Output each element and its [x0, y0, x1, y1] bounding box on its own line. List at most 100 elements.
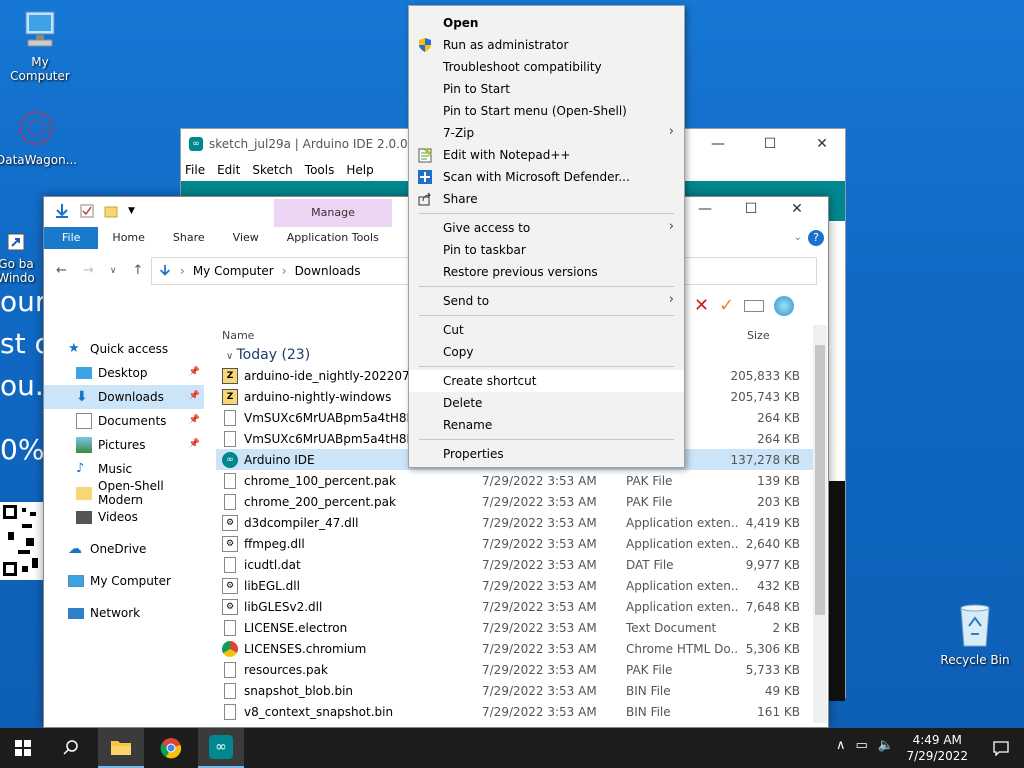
help-icon[interactable]: ?	[808, 230, 824, 246]
menu-item-open[interactable]: Open	[409, 12, 684, 34]
menu-item-properties[interactable]: Properties	[409, 443, 684, 465]
pin-icon[interactable]: 📌	[189, 439, 200, 449]
properties-icon[interactable]	[80, 204, 94, 218]
file-row[interactable]: icudtl.dat 7/29/2022 3:53 AM DAT File 9,977…	[216, 554, 816, 575]
desktop-icon-my-computer[interactable]: My Computer	[0, 10, 80, 83]
file-row[interactable]: LICENSES.chromium 7/29/2022 3:53 AM Chrome…	[216, 638, 816, 659]
taskbar-chrome[interactable]	[148, 728, 194, 768]
nav-item-downloads[interactable]: ⬇ Downloads 📌	[44, 385, 204, 409]
menu-tools[interactable]: Tools	[305, 163, 335, 177]
file-row[interactable]: ⚙ libEGL.dll 7/29/2022 3:53 AM Application …	[216, 575, 816, 596]
maximize-button[interactable]: ☐	[728, 201, 774, 217]
menu-help[interactable]: Help	[346, 163, 373, 177]
menu-item-7-zip[interactable]: 7-Zip ›	[409, 122, 684, 144]
column-header-size[interactable]: Size	[747, 329, 770, 342]
nav-item-pictures[interactable]: Pictures 📌	[44, 433, 204, 457]
menu-file[interactable]: File	[185, 163, 205, 177]
nav-item-videos[interactable]: Videos	[44, 505, 204, 529]
scrollbar-thumb[interactable]	[815, 345, 825, 615]
chevron-down-icon[interactable]: ∨	[110, 266, 117, 278]
menu-item-rename[interactable]: Rename	[409, 414, 684, 436]
chevron-down-icon[interactable]: ⌄	[794, 227, 808, 249]
desktop-icon-go-back[interactable]: Go ba Windo	[0, 232, 46, 285]
notification-button[interactable]	[978, 728, 1024, 768]
vertical-scrollbar[interactable]	[813, 325, 827, 723]
volume-icon[interactable]: 🔈	[878, 738, 894, 753]
file-row[interactable]: ⚙ d3dcompiler_47.dll 7/29/2022 3:53 AM Appl…	[216, 512, 816, 533]
breadcrumb-item[interactable]: Downloads	[295, 264, 361, 278]
close-button[interactable]: ✕	[774, 201, 820, 217]
maximize-button[interactable]: ☐	[747, 136, 793, 152]
menu-item-cut[interactable]: Cut	[409, 319, 684, 341]
file-row[interactable]: v8_context_snapshot.bin 7/29/2022 3:53 AM…	[216, 701, 816, 722]
menu-item-give-access-to[interactable]: Give access to ›	[409, 217, 684, 239]
tab-home[interactable]: Home	[98, 227, 158, 249]
menu-item-troubleshoot-compatibility[interactable]: Troubleshoot compatibility	[409, 56, 684, 78]
file-name: v8_context_snapshot.bin	[244, 704, 394, 719]
file-row[interactable]: chrome_200_percent.pak 7/29/2022 3:53 AM P…	[216, 491, 816, 512]
pin-icon[interactable]: 📌	[189, 367, 200, 377]
forward-arrow-icon[interactable]: →	[83, 263, 94, 278]
taskbar-file-explorer[interactable]	[98, 728, 144, 768]
network-icon[interactable]: ▭	[856, 738, 868, 753]
close-button[interactable]: ✕	[799, 136, 845, 152]
tab-application-tools[interactable]: Application Tools	[273, 227, 393, 249]
taskbar-arduino-ide[interactable]: ∞	[198, 728, 244, 768]
chevron-up-icon[interactable]: ∧	[836, 738, 846, 753]
back-arrow-icon[interactable]: ←	[56, 263, 67, 278]
nav-item-quick-access[interactable]: ★ Quick access	[44, 337, 204, 361]
up-arrow-icon[interactable]: ↑	[132, 263, 143, 278]
menu-item-share[interactable]: Share	[409, 188, 684, 210]
file-row[interactable]: snapshot_blob.bin 7/29/2022 3:53 AM BIN Fi…	[216, 680, 816, 701]
nav-item-my-computer[interactable]: My Computer	[44, 569, 204, 593]
minimize-button[interactable]: —	[695, 136, 741, 152]
chevron-down-icon[interactable]: ▼	[128, 206, 135, 216]
menu-item-delete[interactable]: Delete	[409, 392, 684, 414]
rename-icon[interactable]	[744, 299, 765, 312]
breadcrumb-item[interactable]: My Computer	[193, 264, 274, 278]
checkmark-icon[interactable]: ✓	[719, 295, 734, 316]
nav-item-open-shell-modern[interactable]: Open-Shell Modern	[44, 479, 204, 507]
column-header-name[interactable]: Name	[222, 329, 254, 342]
nav-item-onedrive[interactable]: ☁ OneDrive	[44, 537, 204, 561]
menu-item-scan-with-microsoft-defender[interactable]: Scan with Microsoft Defender...	[409, 166, 684, 188]
manage-tab-header[interactable]: Manage	[274, 199, 392, 227]
menu-item-copy[interactable]: Copy	[409, 341, 684, 363]
nav-item-network[interactable]: Network	[44, 601, 204, 625]
chevron-down-icon[interactable]: ∨	[226, 351, 237, 362]
tab-view[interactable]: View	[219, 227, 273, 249]
file-row[interactable]: ⚙ libGLESv2.dll 7/29/2022 3:53 AM Applicati…	[216, 596, 816, 617]
desktop-icon-datawagon[interactable]: DataWagon...	[0, 108, 77, 167]
pin-icon[interactable]: 📌	[189, 391, 200, 401]
menu-item-pin-to-taskbar[interactable]: Pin to taskbar	[409, 239, 684, 261]
search-button[interactable]	[48, 728, 94, 768]
download-icon[interactable]	[54, 203, 70, 219]
menu-item-send-to[interactable]: Send to ›	[409, 290, 684, 312]
menu-item-pin-to-start[interactable]: Pin to Start	[409, 78, 684, 100]
nav-item-documents[interactable]: Documents 📌	[44, 409, 204, 433]
file-row[interactable]: LICENSE.electron 7/29/2022 3:53 AM Text Do…	[216, 617, 816, 638]
file-row[interactable]: ⚙ ffmpeg.dll 7/29/2022 3:53 AM Application …	[216, 533, 816, 554]
menu-item-run-as-administrator[interactable]: Run as administrator	[409, 34, 684, 56]
menu-item-restore-previous-versions[interactable]: Restore previous versions	[409, 261, 684, 283]
menu-item-pin-to-start-menu-open-shell[interactable]: Pin to Start menu (Open-Shell)	[409, 100, 684, 122]
nav-item-desktop[interactable]: Desktop 📌	[44, 361, 204, 385]
shell-icon[interactable]	[774, 295, 795, 316]
menu-item-create-shortcut[interactable]: Create shortcut	[409, 370, 684, 392]
delete-x-icon[interactable]: ✕	[694, 295, 709, 316]
taskbar-clock[interactable]: 4:49 AM 7/29/2022	[906, 732, 968, 764]
menu-sketch[interactable]: Sketch	[252, 163, 292, 177]
pin-icon[interactable]: 📌	[189, 415, 200, 425]
menu-item-label: Edit with Notepad++	[443, 148, 571, 162]
start-button[interactable]	[0, 728, 46, 768]
desktop-icon-recycle-bin[interactable]: Recycle Bin	[935, 602, 1015, 667]
file-row[interactable]: resources.pak 7/29/2022 3:53 AM PAK File 5,…	[216, 659, 816, 680]
new-folder-icon[interactable]	[104, 204, 118, 218]
file-row[interactable]: chrome_100_percent.pak 7/29/2022 3:53 AM P…	[216, 470, 816, 491]
tab-share[interactable]: Share	[159, 227, 219, 249]
menu-item-edit-with-notepad[interactable]: Edit with Notepad++	[409, 144, 684, 166]
minimize-button[interactable]: —	[682, 201, 728, 217]
nav-item-music[interactable]: ♪ Music	[44, 457, 204, 481]
menu-edit[interactable]: Edit	[217, 163, 240, 177]
tab-file[interactable]: File	[44, 227, 99, 249]
